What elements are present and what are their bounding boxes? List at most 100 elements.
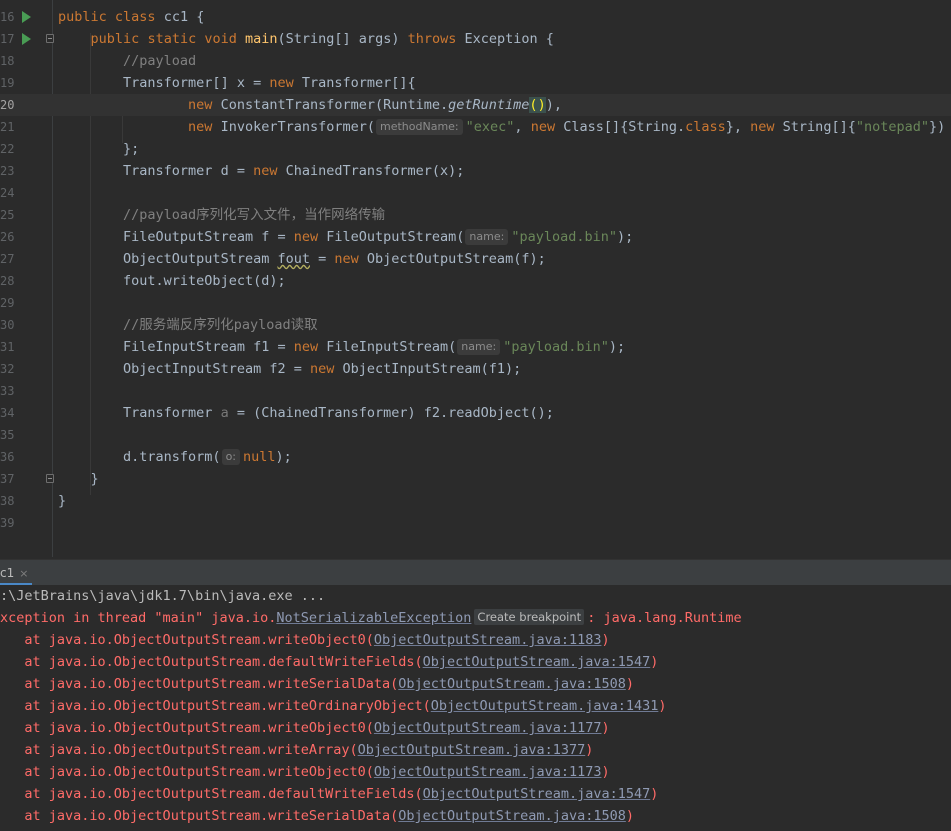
code-line[interactable]: 28 fout.writeObject(d); bbox=[0, 270, 951, 292]
code-line[interactable]: 38} bbox=[0, 490, 951, 512]
code-line[interactable]: 36 d.transform(o: null); bbox=[0, 446, 951, 468]
keyword: new bbox=[188, 119, 213, 135]
frame-source-link[interactable]: ObjectOutputStream.java:1547 bbox=[423, 786, 651, 802]
parameter-hint: name: bbox=[465, 229, 509, 245]
code-line[interactable]: 34 Transformer a = (ChainedTransformer) … bbox=[0, 402, 951, 424]
fold-icon[interactable] bbox=[46, 34, 54, 43]
code-line[interactable]: 31 FileInputStream f1 = new FileInputStr… bbox=[0, 336, 951, 358]
code-line[interactable]: 22 }; bbox=[0, 138, 951, 160]
unused-variable: a bbox=[220, 405, 229, 421]
code-line[interactable]: 23 Transformer d = new ChainedTransforme… bbox=[0, 160, 951, 182]
run-console[interactable]: :\JetBrains\java\jdk1.7\bin\java.exe ...… bbox=[0, 585, 951, 831]
code-line[interactable]: 24 bbox=[0, 182, 951, 204]
code-line[interactable]: 35 bbox=[0, 424, 951, 446]
frame-method: at java.io.ObjectOutputStream.writeArray… bbox=[24, 742, 358, 758]
code-token: Transformer bbox=[123, 405, 221, 421]
line-number: 31 bbox=[0, 340, 15, 354]
code-token: = bbox=[309, 251, 335, 267]
frame-source-link[interactable]: ObjectOutputStream.java:1183 bbox=[374, 632, 602, 648]
code-line[interactable]: 39 bbox=[0, 512, 951, 534]
keyword: new bbox=[530, 119, 556, 135]
code-text: new ConstantTransformer(Runtime.getRunti… bbox=[58, 94, 562, 116]
code-token: = (ChainedTransformer) f2.readObject(); bbox=[228, 405, 554, 421]
code-line[interactable]: 25 //payload序列化写入文件，当作网络传输 bbox=[0, 204, 951, 226]
code-line[interactable]: 32 ObjectInputStream f2 = new ObjectInpu… bbox=[0, 358, 951, 380]
frame-method: at java.io.ObjectOutputStream.writeObjec… bbox=[24, 764, 374, 780]
parameter-hint: methodName: bbox=[376, 119, 463, 135]
code-line[interactable]: 21 new InvokerTransformer(methodName: "ex… bbox=[0, 116, 951, 138]
frame-end: ) bbox=[601, 720, 610, 736]
parameter-hint: name: bbox=[457, 339, 501, 355]
run-tab[interactable]: c1 × bbox=[0, 560, 33, 586]
frame-source-link[interactable]: ObjectOutputStream.java:1431 bbox=[431, 698, 659, 714]
frame-method: at java.io.ObjectOutputStream.writeObjec… bbox=[24, 720, 374, 736]
close-icon[interactable]: × bbox=[19, 567, 28, 580]
line-number: 26 bbox=[0, 230, 15, 244]
frame-source-link[interactable]: ObjectOutputStream.java:1377 bbox=[358, 742, 586, 758]
code-text: d.transform(o: null); bbox=[58, 446, 292, 468]
code-line[interactable]: 19 Transformer[] x = new Transformer[]{ bbox=[0, 72, 951, 94]
code-text: public class cc1 { bbox=[58, 6, 204, 28]
code-line[interactable]: 20 new ConstantTransformer(Runtime.getRu… bbox=[0, 94, 951, 116]
exception-prefix: xception in thread "main" java.io. bbox=[0, 610, 277, 626]
code-token: fout.writeObject(d); bbox=[123, 273, 286, 289]
fold-icon[interactable] bbox=[46, 474, 54, 483]
code-text: ObjectInputStream f2 = new ObjectInputSt… bbox=[58, 358, 521, 380]
line-number: 17 bbox=[0, 32, 15, 46]
code-editor[interactable]: 16 public class cc1 {17 public static voi… bbox=[0, 0, 951, 557]
code-text: Transformer d = new ChainedTransformer(x… bbox=[58, 160, 464, 182]
frame-source-link[interactable]: ObjectOutputStream.java:1508 bbox=[398, 808, 626, 824]
code-text: //服务端反序列化payload读取 bbox=[58, 314, 318, 336]
create-breakpoint-button[interactable]: Create breakpoint bbox=[474, 609, 585, 625]
code-text: } bbox=[58, 468, 99, 490]
stack-frame: at java.io.ObjectOutputStream.writeSeria… bbox=[0, 673, 634, 695]
code-line[interactable]: 26 FileOutputStream f = new FileOutputSt… bbox=[0, 226, 951, 248]
code-line[interactable]: 30 //服务端反序列化payload读取 bbox=[0, 314, 951, 336]
frame-source-link[interactable]: ObjectOutputStream.java:1508 bbox=[398, 676, 626, 692]
frame-end: ) bbox=[658, 698, 667, 714]
frame-source-link[interactable]: ObjectOutputStream.java:1547 bbox=[423, 654, 651, 670]
frame-end: ) bbox=[601, 632, 610, 648]
line-number: 27 bbox=[0, 252, 15, 266]
code-line[interactable]: 33 bbox=[0, 380, 951, 402]
frame-source-link[interactable]: ObjectOutputStream.java:1177 bbox=[374, 720, 602, 736]
exception-line: xception in thread "main" java.io.NotSer… bbox=[0, 607, 742, 629]
line-number: 19 bbox=[0, 76, 15, 90]
code-text: ObjectOutputStream fout = new ObjectOutp… bbox=[58, 248, 546, 270]
code-text: new InvokerTransformer(methodName: "exec"… bbox=[58, 116, 945, 138]
variable-warning: fout bbox=[277, 251, 310, 267]
code-line[interactable]: 18 //payload bbox=[0, 50, 951, 72]
keyword: void bbox=[204, 31, 237, 47]
code-text: //payload序列化写入文件，当作网络传输 bbox=[58, 204, 385, 226]
frame-method: at java.io.ObjectOutputStream.defaultWri… bbox=[24, 654, 423, 670]
code-token: ); bbox=[608, 339, 626, 355]
line-number: 35 bbox=[0, 428, 15, 442]
string: "exec" bbox=[465, 119, 515, 135]
stack-frame: at java.io.ObjectOutputStream.writeObjec… bbox=[0, 717, 610, 739]
frame-method: at java.io.ObjectOutputStream.writeSeria… bbox=[24, 676, 399, 692]
brace-highlight: ( bbox=[529, 97, 538, 113]
keyword: class bbox=[685, 119, 726, 135]
code-text: }; bbox=[58, 138, 139, 160]
keyword: public bbox=[90, 31, 140, 47]
code-line[interactable]: 37 } bbox=[0, 468, 951, 490]
frame-method: at java.io.ObjectOutputStream.defaultWri… bbox=[24, 786, 423, 802]
code-text: Transformer[] x = new Transformer[]{ bbox=[58, 72, 416, 94]
code-line[interactable]: 29 bbox=[0, 292, 951, 314]
comment: //payload bbox=[123, 53, 197, 69]
code-line[interactable]: 16 public class cc1 { bbox=[0, 6, 951, 28]
run-gutter-icon[interactable] bbox=[22, 33, 31, 45]
line-number: 39 bbox=[0, 516, 15, 530]
stack-frame: at java.io.ObjectOutputStream.defaultWri… bbox=[0, 651, 658, 673]
code-token: FileInputStream f1 = bbox=[123, 339, 294, 355]
string: "payload.bin" bbox=[503, 339, 609, 355]
code-line[interactable]: 17 public static void main(String[] args… bbox=[0, 28, 951, 50]
run-gutter-icon[interactable] bbox=[22, 11, 31, 23]
exception-class-link[interactable]: NotSerializableException bbox=[276, 610, 471, 626]
frame-source-link[interactable]: ObjectOutputStream.java:1173 bbox=[374, 764, 602, 780]
code-text: Transformer a = (ChainedTransformer) f2.… bbox=[58, 402, 554, 424]
keyword: new bbox=[293, 339, 319, 355]
code-line[interactable]: 27 ObjectOutputStream fout = new ObjectO… bbox=[0, 248, 951, 270]
code-token: FileOutputStream f = bbox=[123, 229, 294, 245]
line-number: 20 bbox=[0, 98, 15, 112]
